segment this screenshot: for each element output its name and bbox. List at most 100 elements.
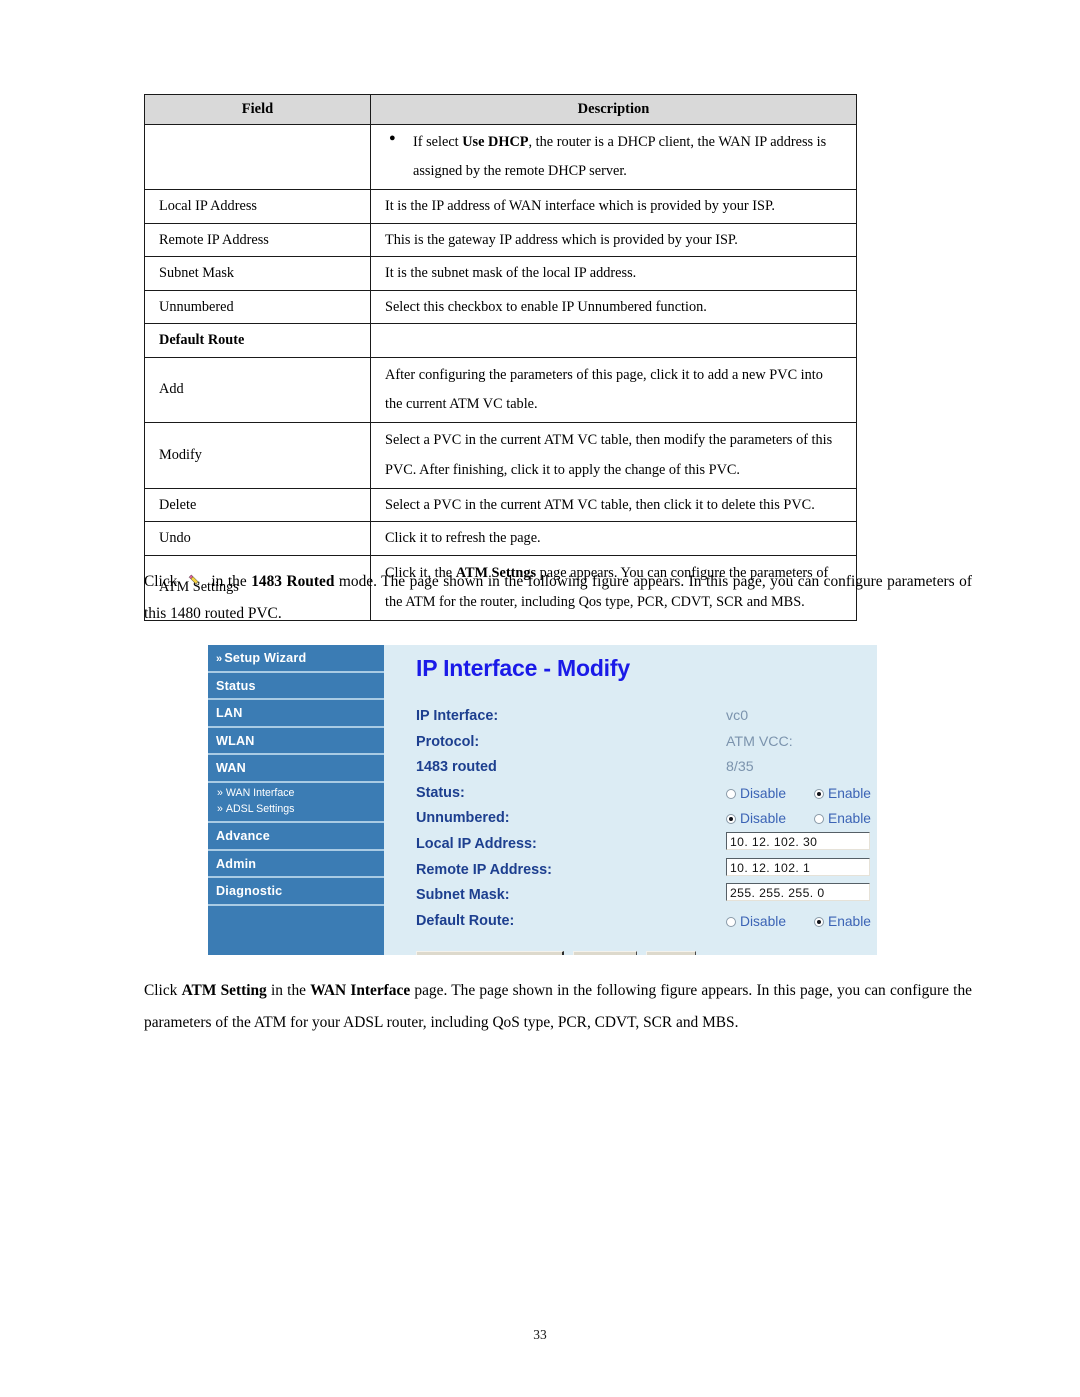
- form-label-local-ip-address: Local IP Address:: [416, 835, 537, 852]
- radio-button-icon[interactable]: [726, 916, 736, 927]
- table-cell-description: After configuring the parameters of this…: [370, 356, 857, 424]
- sidebar-item-label: LAN: [216, 706, 243, 721]
- table-cell-field: [144, 123, 371, 191]
- readonly-value-1483-routed: 8/35: [726, 759, 754, 776]
- sidebar-item-wlan[interactable]: WLAN: [208, 728, 384, 756]
- bullet-icon: ●: [389, 131, 396, 144]
- radio-unnumbered-disable[interactable]: Disable: [726, 806, 814, 832]
- table-cell-description: This is the gateway IP address which is …: [370, 222, 857, 258]
- form-label-remote-ip-address: Remote IP Address:: [416, 861, 552, 878]
- para-top-bold1: 1483 Routed: [251, 573, 335, 590]
- sidebar-item-diagnostic[interactable]: Diagnostic: [208, 878, 384, 906]
- form-label-status: Status:: [416, 784, 465, 801]
- description-line: PVC. After finishing, click it to apply …: [385, 461, 740, 478]
- table-row: Undo Click it to refresh the page.: [144, 521, 857, 556]
- sidebar-item-label: Admin: [216, 856, 257, 871]
- table-cell-description: It is the subnet mask of the local IP ad…: [370, 256, 857, 291]
- sidebar-item-wan[interactable]: WAN: [208, 755, 384, 783]
- radio-label: Enable: [828, 785, 871, 801]
- table-row: Default Route: [144, 323, 857, 358]
- table-cell-field: Delete: [144, 487, 371, 523]
- table-row: Remote IP Address This is the gateway IP …: [144, 222, 857, 258]
- form-row-unnumbered: Unnumbered: Disable Enable: [416, 806, 877, 832]
- router-sidebar: » Setup Wizard Status LAN WLAN WAN » WAN Inter…: [208, 645, 384, 955]
- table-cell-description: ● If select Use DHCP, the router is a DHC…: [370, 123, 857, 191]
- radio-group-status: Disable Enable: [726, 781, 877, 807]
- sidebar-item-setup-wizard[interactable]: » Setup Wizard: [208, 645, 384, 673]
- sidebar-item-label: Diagnostic: [216, 884, 283, 899]
- radio-status-disable[interactable]: Disable: [726, 781, 814, 807]
- apply-changes-button[interactable]: Apply Changes: [416, 951, 564, 955]
- radio-button-icon[interactable]: [726, 814, 736, 825]
- table-cell-description: [370, 323, 857, 358]
- table-cell-field: Subnet Mask: [144, 256, 371, 291]
- table-cell-field: Modify: [144, 422, 371, 489]
- column-header-field: Field: [144, 94, 371, 125]
- readonly-value-protocol: ATM VCC:: [726, 733, 793, 750]
- sidebar-item-label: Status: [216, 678, 256, 693]
- table-cell-description: It is the IP address of WAN interface wh…: [370, 189, 857, 224]
- form-row-default-route: Default Route: Disable Enable: [416, 909, 877, 935]
- sidebar-subitem-wan-interface[interactable]: » WAN Interface: [208, 785, 384, 802]
- sidebar-item-label: Setup Wizard: [224, 651, 307, 665]
- ip-interface-form: IP Interface: vc0 Protocol: ATM VCC: 1483 ro…: [416, 704, 877, 934]
- description-line: After configuring the parameters of this…: [385, 366, 823, 383]
- form-label-unnumbered: Unnumbered:: [416, 810, 510, 827]
- table-row: Delete Select a PVC in the current ATM VC…: [144, 487, 857, 523]
- sidebar-main-items-after: Advance Admin Diagnostic: [208, 823, 384, 906]
- description-line: It is the IP address of WAN interface wh…: [385, 198, 775, 215]
- chevron-right-icon: »: [217, 786, 223, 799]
- radio-status-enable[interactable]: Enable: [814, 781, 877, 807]
- pencil-icon: [187, 568, 202, 586]
- table-cell-description: Select a PVC in the current ATM VC table…: [370, 487, 857, 523]
- sidebar-item-advance[interactable]: Advance: [208, 823, 384, 851]
- form-value-protocol: ATM VCC:: [726, 730, 793, 756]
- sidebar-item-status[interactable]: Status: [208, 673, 384, 701]
- table-cell-field: Add: [144, 356, 371, 424]
- radio-unnumbered-enable[interactable]: Enable: [814, 806, 877, 832]
- description-line: Click it to refresh the page.: [385, 530, 541, 547]
- form-label-1483-routed: 1483 routed: [416, 759, 497, 776]
- sidebar-subitem-label: ADSL Settings: [225, 803, 295, 816]
- readonly-value-ip-interface: vc0: [726, 708, 749, 724]
- form-value-default-route: Disable Enable: [726, 909, 877, 935]
- sidebar-item-lan[interactable]: LAN: [208, 700, 384, 728]
- field-description-table: Field Description ● If select Use DHCP, t…: [144, 94, 857, 622]
- router-main-panel: IP Interface - Modify IP Interface: vc0 Pr…: [384, 645, 877, 955]
- form-value-unnumbered: Disable Enable: [726, 806, 877, 832]
- input-subnet-mask[interactable]: 255. 255. 255. 0: [726, 883, 870, 902]
- input-local-ip-address[interactable]: 10. 12. 102. 30: [726, 831, 870, 850]
- table-header-row: Field Description: [144, 94, 857, 125]
- form-row-local-ip-address: Local IP Address: 10. 12. 102. 30: [416, 831, 877, 858]
- radio-default-route-disable[interactable]: Disable: [726, 909, 814, 935]
- radio-default-route-enable[interactable]: Enable: [814, 909, 877, 935]
- para-bottom-part1: Click: [144, 982, 182, 999]
- para-bottom-part2: in the: [266, 982, 311, 999]
- radio-button-icon[interactable]: [814, 916, 824, 927]
- table-cell-description: Select this checkbox to enable IP Unnumb…: [370, 289, 857, 325]
- para-bottom-bold1: ATM Setting: [181, 982, 267, 999]
- table-body: ● If select Use DHCP, the router is a DHC…: [144, 123, 857, 622]
- table-row: Subnet Mask It is the subnet mask of the …: [144, 256, 857, 291]
- radio-label: Disable: [740, 913, 787, 929]
- table-cell-field: Undo: [144, 521, 371, 556]
- form-label-default-route: Default Route:: [416, 912, 515, 929]
- undo-button[interactable]: Undo: [646, 951, 697, 955]
- table-cell-field: Local IP Address: [144, 189, 371, 224]
- radio-button-icon[interactable]: [726, 788, 736, 799]
- sidebar-subitem-label: WAN Interface: [225, 786, 295, 799]
- input-remote-ip-address[interactable]: 10. 12. 102. 1: [726, 857, 870, 876]
- form-row-subnet-mask: Subnet Mask: 255. 255. 255. 0: [416, 883, 877, 909]
- radio-button-icon[interactable]: [814, 814, 824, 825]
- description-line: assigned by the remote DHCP server.: [413, 163, 627, 180]
- sidebar-subitem-adsl-settings[interactable]: » ADSL Settings: [208, 801, 384, 818]
- description-line: Select a PVC in the current ATM VC table…: [385, 432, 833, 449]
- description-line: the current ATM VC table.: [385, 395, 538, 412]
- return-button[interactable]: Return: [572, 951, 638, 955]
- sidebar-item-admin[interactable]: Admin: [208, 851, 384, 879]
- table-row: Local IP Address It is the IP address of …: [144, 189, 857, 224]
- form-value-subnet-mask: 255. 255. 255. 0: [726, 883, 870, 903]
- form-value-remote-ip-address: 10. 12. 102. 1: [726, 857, 870, 878]
- radio-button-icon[interactable]: [814, 788, 824, 799]
- table-row: ● If select Use DHCP, the router is a DHC…: [144, 123, 857, 191]
